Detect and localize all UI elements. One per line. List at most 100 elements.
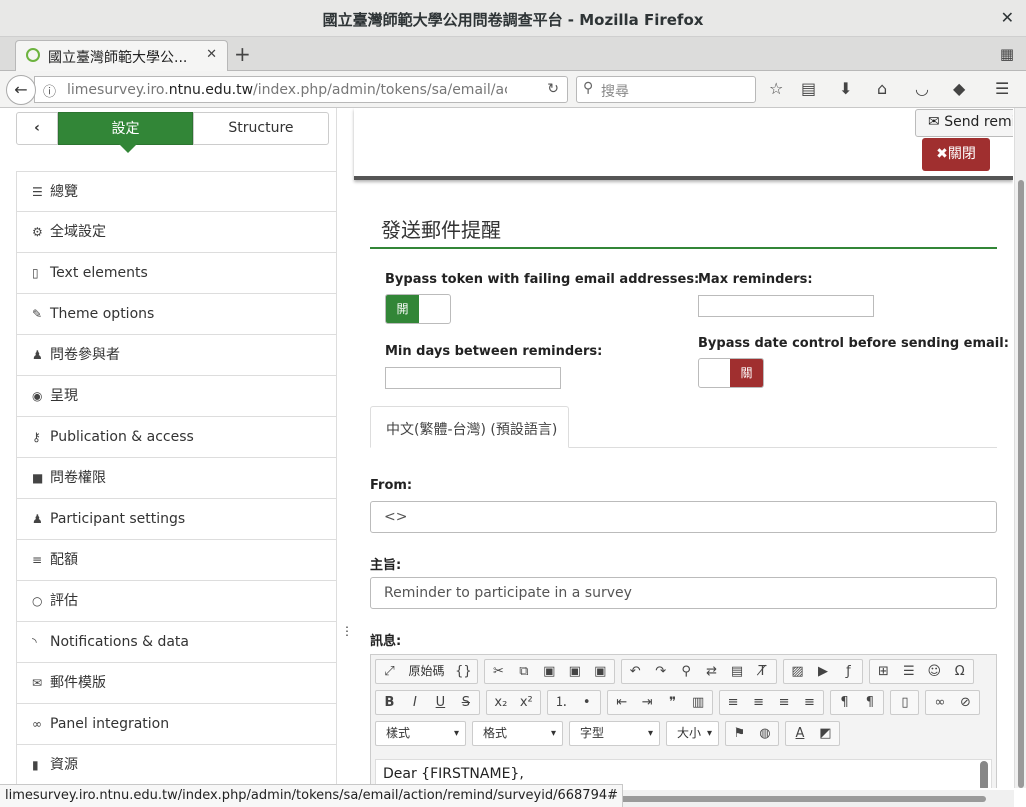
scrollbar-thumb[interactable] — [1018, 180, 1024, 788]
back-icon[interactable]: ← — [6, 75, 36, 105]
sidebar-item-email-templates[interactable]: ✉ 郵件模版 — [16, 663, 336, 704]
sidebar-item-resources[interactable]: ▮ 資源 — [16, 745, 336, 786]
from-field[interactable]: <> — [370, 501, 997, 533]
remove-format-icon[interactable]: T̸ — [752, 660, 773, 683]
close-button[interactable]: ✖關閉 — [922, 138, 990, 171]
numbered-list-icon[interactable]: ⒈ — [551, 691, 572, 714]
bulleted-list-icon[interactable]: • — [576, 691, 597, 714]
sidebar-item-general-settings[interactable]: ⚙ 全域設定 — [16, 212, 336, 253]
home-icon[interactable]: ⌂ — [877, 79, 887, 98]
sidebar-item-publication[interactable]: ⚷ Publication & access — [16, 417, 336, 458]
media-icon[interactable]: ▶ — [812, 660, 833, 683]
sidebar-item-label: Notifications & data — [50, 634, 189, 650]
rtl-icon[interactable]: ¶ — [859, 691, 880, 714]
strike-icon[interactable]: S — [455, 691, 476, 714]
pocket-icon[interactable]: ◡ — [915, 79, 929, 98]
select-all-icon[interactable]: ▤ — [727, 660, 748, 683]
sidebar-item-assessments[interactable]: ○ 評估 — [16, 581, 336, 622]
align-left-icon[interactable]: ≡ — [723, 691, 744, 714]
ltr-icon[interactable]: ¶ — [834, 691, 855, 714]
menu-icon[interactable]: ☰ — [995, 79, 1009, 98]
paste-icon[interactable]: ▣ — [539, 660, 560, 683]
min-days-input[interactable] — [385, 367, 561, 389]
page-scrollbar[interactable] — [1014, 108, 1026, 788]
unlink-icon[interactable]: ⊘ — [955, 691, 976, 714]
format-dropdown[interactable]: 格式 — [472, 721, 563, 746]
indent-icon[interactable]: ⇥ — [637, 691, 658, 714]
url-text[interactable]: limesurvey.iro.ntnu.edu.tw/index.php/adm… — [67, 82, 507, 98]
subscript-icon[interactable]: x₂ — [490, 691, 511, 714]
special-char-icon[interactable]: Ω — [949, 660, 970, 683]
site-info-icon[interactable]: ⓘ — [43, 81, 56, 100]
redo-icon[interactable]: ↷ — [650, 660, 671, 683]
font-dropdown[interactable]: 字型 — [569, 721, 660, 746]
max-reminders-input[interactable] — [698, 295, 874, 317]
cut-icon[interactable]: ✂ — [488, 660, 509, 683]
sidebar-collapse-button[interactable]: ‹ — [16, 112, 58, 145]
subject-field[interactable]: Reminder to participate in a survey — [370, 577, 997, 609]
tab-structure[interactable]: Structure — [193, 112, 329, 145]
sidebar-item-panel-integration[interactable]: ∞ Panel integration — [16, 704, 336, 745]
bypass-date-toggle[interactable]: 關 — [698, 358, 764, 388]
replace-icon[interactable]: ⇄ — [701, 660, 722, 683]
globe-icon[interactable]: ◍ — [754, 722, 775, 745]
new-tab-icon[interactable]: + — [234, 42, 251, 66]
sidebar-item-participants[interactable]: ♟ 問卷參與者 — [16, 335, 336, 376]
align-right-icon[interactable]: ≡ — [774, 691, 795, 714]
sidebar-item-quotas[interactable]: ≡ 配額 — [16, 540, 336, 581]
sidebar-item-overview[interactable]: ☰ 總覽 — [16, 171, 336, 212]
paste-text-icon[interactable]: ▣ — [564, 660, 585, 683]
table-icon[interactable]: ⊞ — [873, 660, 894, 683]
underline-icon[interactable]: U — [430, 691, 451, 714]
smiley-icon[interactable]: ☺ — [924, 660, 945, 683]
source-button[interactable]: 原始碼 — [404, 660, 448, 683]
sidebar-item-presentation[interactable]: ◉ 呈現 — [16, 376, 336, 417]
styles-dropdown[interactable]: 樣式 — [375, 721, 466, 746]
bold-icon[interactable]: B — [379, 691, 400, 714]
sidebar-item-participant-settings[interactable]: ♟ Participant settings — [16, 499, 336, 540]
templates-icon[interactable]: ▯ — [894, 691, 915, 714]
send-reminder-button[interactable]: ✉ Send remind — [915, 109, 1013, 137]
url-bar[interactable]: ⓘ limesurvey.iro.ntnu.edu.tw/index.php/a… — [34, 76, 568, 103]
italic-icon[interactable]: I — [404, 691, 425, 714]
reading-list-icon[interactable]: ▤ — [801, 79, 816, 98]
expressions-icon[interactable]: {} — [453, 660, 474, 683]
eye-slash-icon: ◉ — [32, 389, 43, 403]
tab-close-icon[interactable]: ✕ — [206, 47, 217, 62]
tab-overview-icon[interactable]: ▦ — [1000, 45, 1014, 63]
blockquote-icon[interactable]: ❞ — [662, 691, 683, 714]
background-color-icon[interactable]: ◩ — [815, 722, 836, 745]
sidebar-item-text-elements[interactable]: ▯ Text elements — [16, 253, 336, 294]
superscript-icon[interactable]: x² — [516, 691, 537, 714]
align-justify-icon[interactable]: ≡ — [799, 691, 820, 714]
find-icon[interactable]: ⚲ — [676, 660, 697, 683]
reload-icon[interactable]: ↻ — [547, 81, 559, 97]
bookmark-star-icon[interactable]: ☆ — [769, 79, 783, 98]
tab-settings[interactable]: 設定 — [58, 112, 193, 153]
download-icon[interactable]: ⬇ — [839, 79, 852, 98]
editor-scrollbar[interactable] — [980, 761, 988, 788]
paste-word-icon[interactable]: ▣ — [590, 660, 611, 683]
window-close-icon[interactable]: ✕ — [1001, 8, 1014, 27]
align-center-icon[interactable]: ≡ — [748, 691, 769, 714]
flash-icon[interactable]: ƒ — [838, 660, 859, 683]
sidebar-item-notifications[interactable]: ◝ Notifications & data — [16, 622, 336, 663]
extension-icon[interactable]: ◆ — [953, 79, 965, 98]
flag-icon[interactable]: ⚑ — [729, 722, 750, 745]
sidebar-item-permissions[interactable]: ■ 問卷權限 — [16, 458, 336, 499]
horizontal-rule-icon[interactable]: ☰ — [898, 660, 919, 683]
div-icon[interactable]: ▥ — [688, 691, 709, 714]
outdent-icon[interactable]: ⇤ — [611, 691, 632, 714]
search-bar[interactable]: ⚲ 搜尋 — [576, 76, 756, 103]
undo-icon[interactable]: ↶ — [625, 660, 646, 683]
maximize-icon[interactable]: ⤢ — [379, 660, 400, 683]
text-color-icon[interactable]: A — [789, 722, 810, 745]
copy-icon[interactable]: ⧉ — [513, 660, 534, 683]
size-dropdown[interactable]: 大小 — [666, 721, 719, 746]
image-icon[interactable]: ▨ — [787, 660, 808, 683]
tab-language-zh-tw[interactable]: 中文(繁體-台灣) (預設語言) — [370, 406, 569, 448]
bypass-token-toggle[interactable]: 開 — [385, 294, 451, 324]
browser-tab[interactable]: 國立臺灣師範大學公... ✕ — [15, 40, 228, 71]
sidebar-item-theme-options[interactable]: ✎ Theme options — [16, 294, 336, 335]
link-icon[interactable]: ∞ — [929, 691, 950, 714]
